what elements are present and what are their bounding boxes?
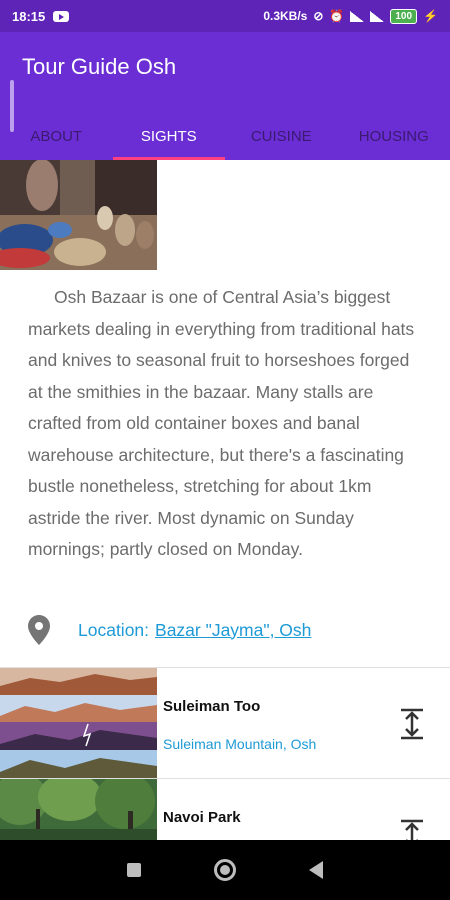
battery-icon: 100: [390, 8, 418, 24]
location-label: Location:: [78, 619, 150, 640]
youtube-notification-icon: [53, 10, 70, 22]
list-item[interactable]: Navoi Park: [0, 779, 450, 840]
status-time: 18:15: [12, 8, 46, 24]
location-row: Location: Bazar "Jayma", Osh: [28, 612, 428, 648]
system-nav-bar: [0, 840, 450, 900]
location-pin-icon: [28, 615, 50, 645]
app-bar: Tour Guide Osh ABOUT SIGHTS CUISINE HOUS…: [0, 32, 450, 160]
navoi-park-thumbnail: [0, 779, 157, 840]
status-right: 0.3KB/s ⊘ ⏰ 100 ⚡: [263, 8, 438, 24]
tab-about[interactable]: ABOUT: [0, 112, 113, 160]
home-icon[interactable]: [213, 859, 236, 881]
list-item[interactable]: Suleiman Too Suleiman Mountain, Osh: [0, 668, 450, 778]
status-bar: 18:15 0.3KB/s ⊘ ⏰ 100 ⚡: [0, 0, 450, 32]
signal-icon: [350, 10, 365, 22]
recents-icon[interactable]: [126, 863, 141, 877]
network-speed: 0.3KB/s: [263, 9, 308, 23]
expand-icon[interactable]: [398, 708, 426, 740]
charging-icon: ⚡: [423, 9, 438, 23]
tab-housing[interactable]: HOUSING: [338, 112, 450, 160]
bazaar-photo: [0, 160, 157, 270]
expand-icon[interactable]: [398, 819, 426, 840]
tab-cuisine[interactable]: CUISINE: [225, 112, 338, 160]
list-item-title: Suleiman Too: [163, 698, 261, 715]
alarm-icon: ⏰: [329, 9, 345, 23]
tab-bar: ABOUT SIGHTS CUISINE HOUSING: [0, 112, 450, 160]
list-item-subtitle: Suleiman Mountain, Osh: [163, 736, 317, 752]
tab-sights[interactable]: SIGHTS: [112, 112, 226, 160]
mute-icon: ⊘: [313, 9, 324, 23]
signal-4g-icon: [370, 10, 385, 22]
list-item-title: Navoi Park: [163, 809, 241, 826]
app-title: Tour Guide Osh: [22, 54, 177, 79]
sight-description: Osh Bazaar is one of Central Asia’s bigg…: [28, 287, 415, 559]
back-icon[interactable]: [309, 861, 324, 879]
suleiman-too-thumbnail: [0, 668, 157, 778]
location-link[interactable]: Bazar "Jayma", Osh: [155, 620, 311, 641]
